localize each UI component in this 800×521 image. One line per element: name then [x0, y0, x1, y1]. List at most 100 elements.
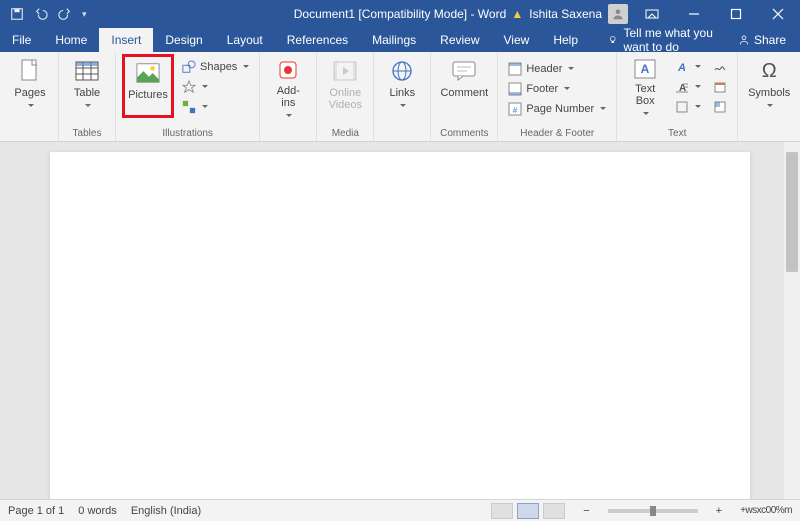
tab-design[interactable]: Design	[153, 28, 214, 52]
pages-button[interactable]: Pages	[8, 54, 52, 118]
online-videos-button: Online Videos	[323, 54, 367, 118]
shapes-button[interactable]: Shapes	[178, 58, 253, 76]
share-icon	[738, 34, 750, 46]
zoom-level[interactable]: +wsxc00%m	[740, 505, 792, 516]
signature-button[interactable]	[709, 58, 731, 76]
links-button[interactable]: Links	[380, 54, 424, 118]
dropcap-icon: A	[675, 80, 689, 94]
table-button[interactable]: Table	[65, 54, 109, 118]
ribbon-display-button[interactable]	[634, 0, 670, 28]
tab-file[interactable]: File	[0, 28, 43, 52]
group-tables-label: Tables	[73, 126, 102, 141]
link-icon	[390, 59, 414, 83]
group-comments: Comment Comments	[431, 52, 498, 141]
icons-button[interactable]	[178, 78, 253, 96]
shapes-icon	[182, 60, 196, 74]
undo-icon[interactable]	[34, 7, 48, 21]
tab-help[interactable]: Help	[541, 28, 590, 52]
table-label: Table	[74, 87, 100, 99]
tell-me-search[interactable]: Tell me what you want to do	[590, 28, 724, 52]
tab-insert[interactable]: Insert	[99, 28, 153, 52]
quick-access-toolbar: ▾	[0, 7, 87, 21]
comment-icon	[452, 59, 476, 83]
text-box-label: Text Box	[635, 83, 655, 107]
redo-icon[interactable]	[58, 7, 72, 21]
text-box-button[interactable]: A Text Box	[623, 54, 667, 118]
group-text-label: Text	[668, 126, 686, 141]
group-addins-label	[287, 126, 290, 141]
document-page[interactable]	[50, 152, 750, 499]
document-area	[0, 142, 800, 499]
share-label: Share	[754, 33, 786, 47]
group-illustrations-label: Illustrations	[162, 126, 213, 141]
tab-view[interactable]: View	[492, 28, 542, 52]
quick-parts-button[interactable]	[709, 98, 731, 116]
addins-label: Add- ins	[277, 85, 300, 109]
tab-review[interactable]: Review	[428, 28, 491, 52]
datetime-icon	[713, 80, 727, 94]
smartart-button[interactable]	[178, 98, 253, 116]
shapes-label: Shapes	[200, 61, 237, 73]
svg-text:A: A	[641, 62, 650, 76]
zoom-slider-knob[interactable]	[650, 506, 656, 516]
header-button[interactable]: Header	[504, 60, 610, 78]
table-icon	[75, 59, 99, 83]
tab-home[interactable]: Home	[43, 28, 99, 52]
zoom-slider[interactable]	[608, 509, 698, 513]
vertical-scrollbar[interactable]	[784, 142, 800, 499]
language-indicator[interactable]: English (India)	[131, 505, 201, 517]
save-icon[interactable]	[10, 7, 24, 21]
page-icon	[18, 59, 42, 83]
word-count[interactable]: 0 words	[78, 505, 117, 517]
zoom-in-button[interactable]: +	[712, 505, 726, 517]
group-links: Links	[374, 52, 431, 141]
omega-icon: Ω	[757, 59, 781, 83]
symbols-button[interactable]: Ω Symbols	[744, 54, 794, 118]
qat-dropdown-icon[interactable]: ▾	[82, 9, 87, 20]
avatar	[608, 4, 628, 24]
tab-layout[interactable]: Layout	[215, 28, 275, 52]
signature-icon	[713, 60, 727, 74]
header-label: Header	[526, 63, 562, 75]
footer-button[interactable]: Footer	[504, 80, 610, 98]
tab-references[interactable]: References	[275, 28, 360, 52]
icons-icon	[182, 80, 196, 94]
video-icon	[333, 59, 357, 83]
warning-icon: ▲	[511, 7, 523, 21]
close-button[interactable]	[760, 0, 796, 28]
print-layout-button[interactable]	[517, 503, 539, 519]
wordart-button[interactable]: A	[671, 58, 705, 76]
group-pages-label	[29, 126, 32, 141]
web-layout-button[interactable]	[543, 503, 565, 519]
page-indicator[interactable]: Page 1 of 1	[8, 505, 64, 517]
addins-button[interactable]: Add- ins	[266, 54, 310, 118]
object-button[interactable]	[671, 98, 705, 116]
page-number-button[interactable]: # Page Number	[504, 100, 610, 118]
datetime-button[interactable]	[709, 78, 731, 96]
page-number-icon: #	[508, 102, 522, 116]
minimize-button[interactable]	[676, 0, 712, 28]
group-header-footer-label: Header & Footer	[520, 126, 594, 141]
maximize-button[interactable]	[718, 0, 754, 28]
tab-mailings[interactable]: Mailings	[360, 28, 428, 52]
group-links-label	[401, 126, 404, 141]
pictures-icon	[136, 61, 160, 85]
share-button[interactable]: Share	[724, 28, 800, 52]
ribbon-tabs: File Home Insert Design Layout Reference…	[0, 28, 800, 52]
header-icon	[508, 62, 522, 76]
group-media: Online Videos Media	[317, 52, 374, 141]
comment-button[interactable]: Comment	[437, 54, 491, 118]
read-mode-button[interactable]	[491, 503, 513, 519]
group-comments-label: Comments	[440, 126, 488, 141]
scrollbar-thumb[interactable]	[786, 152, 798, 272]
dropcap-button[interactable]: A	[671, 78, 705, 96]
user-account[interactable]: ▲ Ishita Saxena	[511, 4, 628, 24]
group-addins: Add- ins	[260, 52, 317, 141]
object-icon	[675, 100, 689, 114]
svg-text:A: A	[677, 62, 686, 74]
quick-parts-icon	[713, 100, 727, 114]
pictures-button[interactable]: Pictures	[122, 54, 174, 118]
smartart-icon	[182, 100, 196, 114]
zoom-out-button[interactable]: −	[579, 505, 593, 517]
wordart-icon: A	[675, 60, 689, 74]
